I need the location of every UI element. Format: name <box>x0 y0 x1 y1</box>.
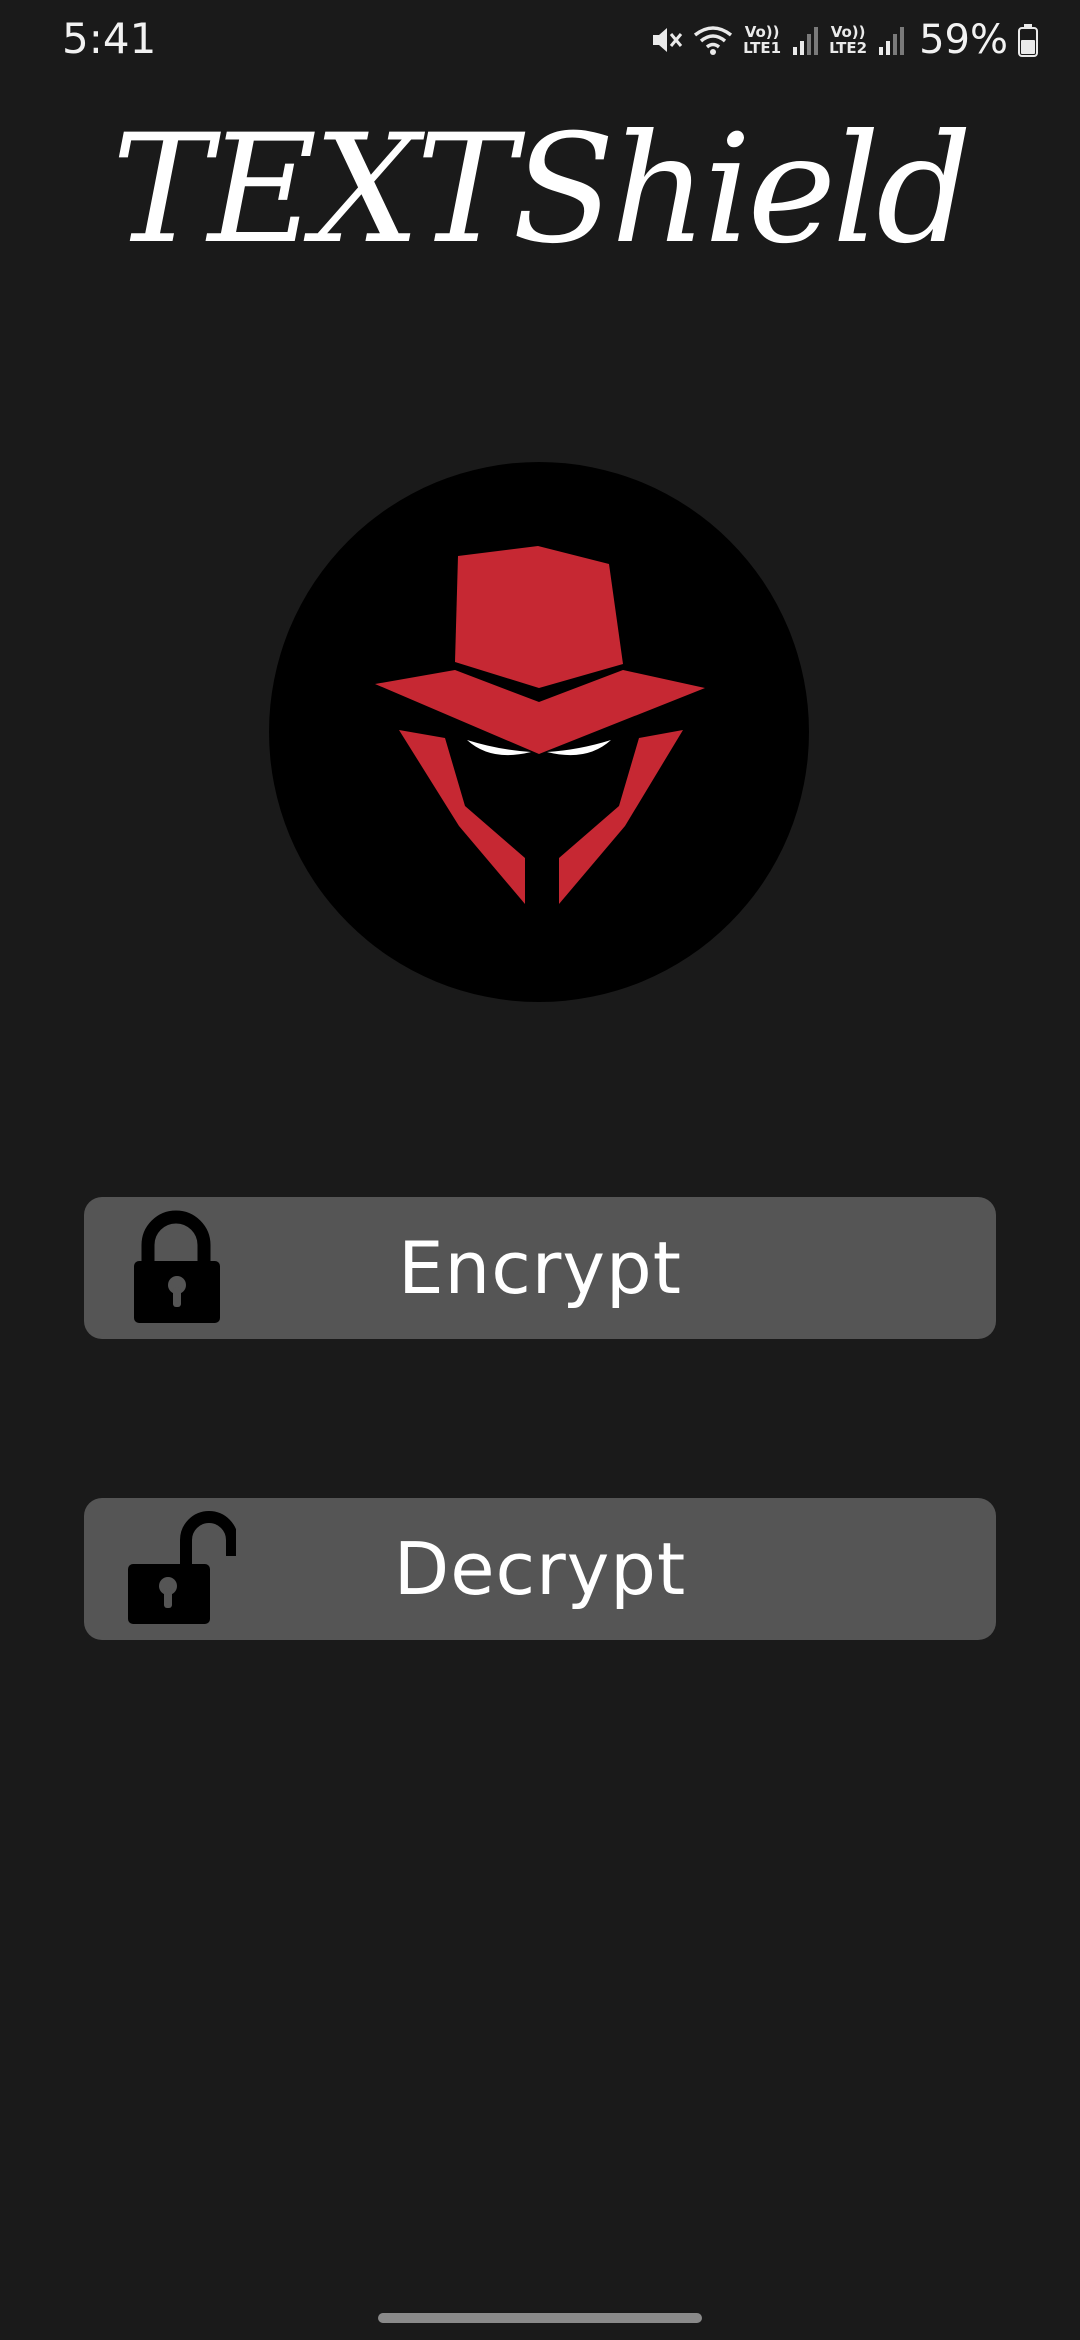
home-indicator[interactable] <box>378 2313 702 2323</box>
status-bar: 5:41 Vo)) LTE1 Vo)) LTE2 59% <box>0 0 1080 80</box>
decrypt-label: Decrypt <box>393 1527 687 1611</box>
mute-icon <box>653 28 683 52</box>
encrypt-label: Encrypt <box>398 1226 682 1310</box>
battery-icon <box>1018 24 1038 57</box>
status-icons: Vo)) LTE1 Vo)) LTE2 59% <box>649 14 1038 66</box>
signal-icon <box>793 27 819 55</box>
app-title: TEXTShield <box>111 103 972 277</box>
status-time: 5:41 <box>62 14 157 63</box>
decrypt-button[interactable]: Decrypt <box>84 1498 996 1640</box>
signal-icon <box>879 27 905 55</box>
battery-percent: 59% <box>919 17 1008 63</box>
sim2-label: Vo)) LTE2 <box>829 23 868 57</box>
spy-logo-icon <box>375 546 705 904</box>
encrypt-button[interactable]: Encrypt <box>84 1197 996 1339</box>
sim1-label: Vo)) LTE1 <box>743 23 782 57</box>
lock-icon <box>134 1210 220 1323</box>
unlock-icon <box>128 1511 236 1624</box>
wifi-icon <box>694 26 733 55</box>
app-logo <box>269 462 809 1002</box>
